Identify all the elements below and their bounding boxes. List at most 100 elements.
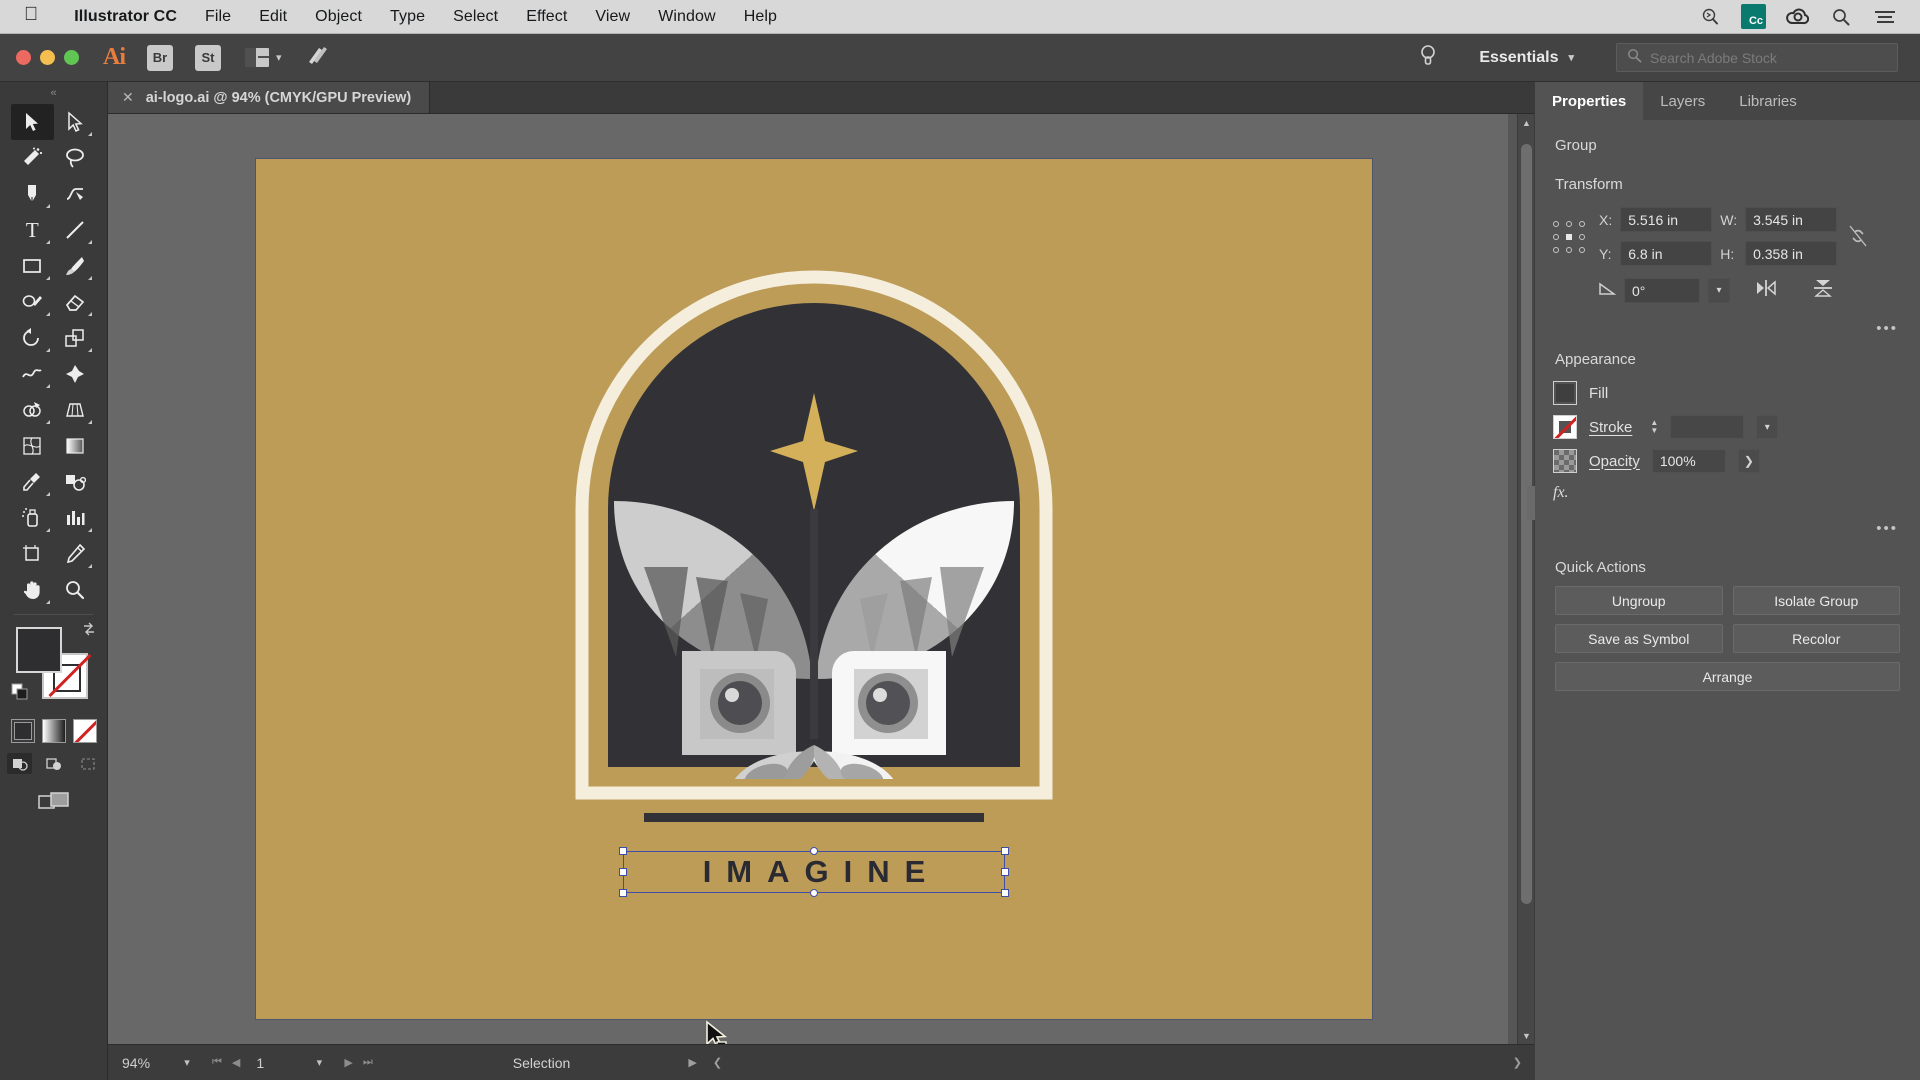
tab-libraries[interactable]: Libraries	[1722, 82, 1814, 120]
x-field[interactable]: 5.516 in	[1620, 207, 1712, 232]
brush-icon[interactable]	[306, 44, 330, 71]
stroke-swatch-button[interactable]	[1553, 415, 1577, 439]
selection-handle[interactable]	[1001, 868, 1009, 876]
rotate-tool[interactable]	[11, 320, 54, 356]
ungroup-button[interactable]: Ungroup	[1555, 586, 1723, 615]
curvature-tool[interactable]	[54, 176, 97, 212]
selection-handle[interactable]	[810, 847, 818, 855]
menu-select[interactable]: Select	[439, 8, 512, 26]
blend-tool[interactable]	[54, 464, 97, 500]
workspace-switcher[interactable]: Essentials ▾	[1467, 44, 1586, 72]
eraser-tool[interactable]	[54, 284, 97, 320]
shape-builder-tool[interactable]	[11, 392, 54, 428]
play-icon[interactable]: ▶	[688, 1056, 696, 1069]
logo-artwork[interactable]	[444, 179, 1184, 879]
stroke-stepper[interactable]: ▲▼	[1650, 419, 1658, 435]
constrain-proportions-icon[interactable]	[1847, 223, 1869, 254]
vertical-scrollbar[interactable]: ▲ ▼	[1517, 114, 1534, 1044]
arrange-button[interactable]: Arrange	[1555, 662, 1900, 691]
creative-cloud-badge[interactable]: Cc	[1741, 4, 1766, 29]
h-field[interactable]: 0.358 in	[1745, 241, 1837, 266]
artboard-tool[interactable]	[11, 536, 54, 572]
artboard-number[interactable]: 1	[248, 1055, 302, 1071]
scroll-up-icon[interactable]: ▲	[1518, 114, 1535, 131]
scale-tool[interactable]	[54, 320, 97, 356]
line-segment-tool[interactable]	[54, 212, 97, 248]
vertical-scroll-thumb[interactable]	[1521, 144, 1532, 904]
zoom-level[interactable]: 94%	[108, 1055, 170, 1071]
flip-vertical-icon[interactable]	[1812, 277, 1834, 304]
chevron-down-icon[interactable]: ▾	[302, 1056, 336, 1069]
toolbar-collapse-icon[interactable]: «	[0, 82, 107, 104]
back-icon[interactable]: ❮	[713, 1056, 722, 1069]
selection-handle[interactable]	[1001, 847, 1009, 855]
none-mode[interactable]	[73, 719, 97, 743]
gradient-tool[interactable]	[54, 428, 97, 464]
lasso-tool[interactable]	[54, 140, 97, 176]
menu-window[interactable]: Window	[644, 8, 730, 26]
artboard[interactable]: IMAGINE	[256, 159, 1372, 1019]
chevron-down-icon[interactable]: ▾	[1708, 278, 1730, 303]
slice-tool[interactable]	[54, 536, 97, 572]
chevron-right-icon[interactable]: ❯	[1738, 449, 1760, 473]
apple-icon[interactable]: 	[24, 5, 38, 24]
selection-handle[interactable]	[619, 868, 627, 876]
magic-wand-tool[interactable]	[11, 140, 54, 176]
selection-handle[interactable]	[619, 889, 627, 897]
menu-illustrator-cc[interactable]: Illustrator CC	[60, 8, 191, 26]
control-center-icon[interactable]	[1872, 4, 1898, 30]
column-graph-tool[interactable]	[54, 500, 97, 536]
mesh-tool[interactable]	[11, 428, 54, 464]
screenshot-icon[interactable]	[1697, 4, 1723, 30]
close-window-button[interactable]	[16, 50, 31, 65]
menu-effect[interactable]: Effect	[512, 8, 581, 26]
scroll-down-icon[interactable]: ▼	[1518, 1027, 1535, 1044]
menu-type[interactable]: Type	[376, 8, 439, 26]
isolate-group-button[interactable]: Isolate Group	[1733, 586, 1901, 615]
menu-file[interactable]: File	[191, 8, 245, 26]
draw-normal-icon[interactable]	[7, 753, 32, 774]
stroke-label[interactable]: Stroke	[1589, 419, 1632, 436]
document-tab[interactable]: ✕ ai-logo.ai @ 94% (CMYK/GPU Preview)	[108, 82, 430, 113]
menu-edit[interactable]: Edit	[245, 8, 301, 26]
go-to-bridge-button[interactable]: Br	[147, 45, 173, 71]
selection-tool[interactable]	[11, 104, 54, 140]
flip-horizontal-icon[interactable]	[1754, 278, 1778, 303]
selection-handle[interactable]	[1001, 889, 1009, 897]
chevron-down-icon[interactable]: ▾	[170, 1056, 204, 1069]
recolor-button[interactable]: Recolor	[1733, 624, 1901, 653]
type-tool[interactable]: T	[11, 212, 54, 248]
shaper-tool[interactable]	[11, 284, 54, 320]
lightbulb-icon[interactable]	[1419, 43, 1437, 72]
last-artboard-icon[interactable]: ⏭	[363, 1056, 373, 1069]
selection-handle[interactable]	[810, 889, 818, 897]
chevron-down-icon[interactable]: ▾	[1756, 415, 1778, 439]
swap-fill-stroke-icon[interactable]	[81, 621, 97, 640]
creative-cloud-icon[interactable]	[1784, 4, 1810, 30]
opacity-label[interactable]: Opacity	[1589, 453, 1640, 470]
y-field[interactable]: 6.8 in	[1620, 241, 1712, 266]
save-as-symbol-button[interactable]: Save as Symbol	[1555, 624, 1723, 653]
gradient-mode[interactable]	[42, 719, 66, 743]
minimize-window-button[interactable]	[40, 50, 55, 65]
paintbrush-tool[interactable]	[54, 248, 97, 284]
maximize-window-button[interactable]	[64, 50, 79, 65]
fx-button[interactable]: fx.	[1535, 478, 1920, 502]
change-screen-mode-icon[interactable]	[0, 780, 107, 822]
draw-behind-icon[interactable]	[41, 753, 66, 774]
symbol-sprayer-tool[interactable]	[11, 500, 54, 536]
menu-help[interactable]: Help	[730, 8, 791, 26]
first-artboard-icon[interactable]: ⏮	[212, 1056, 222, 1069]
search-input[interactable]: Search Adobe Stock	[1650, 50, 1777, 66]
previous-artboard-icon[interactable]: ◀	[232, 1056, 240, 1069]
arrange-documents-button[interactable]: ▾	[245, 48, 282, 67]
adobe-stock-search[interactable]: Search Adobe Stock	[1616, 43, 1898, 72]
color-swatch-mode[interactable]	[11, 719, 35, 743]
eyedropper-tool[interactable]	[11, 464, 54, 500]
default-fill-stroke-icon[interactable]	[10, 682, 30, 707]
appearance-more-options[interactable]: •••	[1535, 502, 1920, 537]
canvas-area[interactable]: IMAGINE	[108, 114, 1508, 1044]
pen-tool[interactable]	[11, 176, 54, 212]
wordmark-selection[interactable]: IMAGINE	[623, 851, 1005, 893]
menu-object[interactable]: Object	[301, 8, 376, 26]
